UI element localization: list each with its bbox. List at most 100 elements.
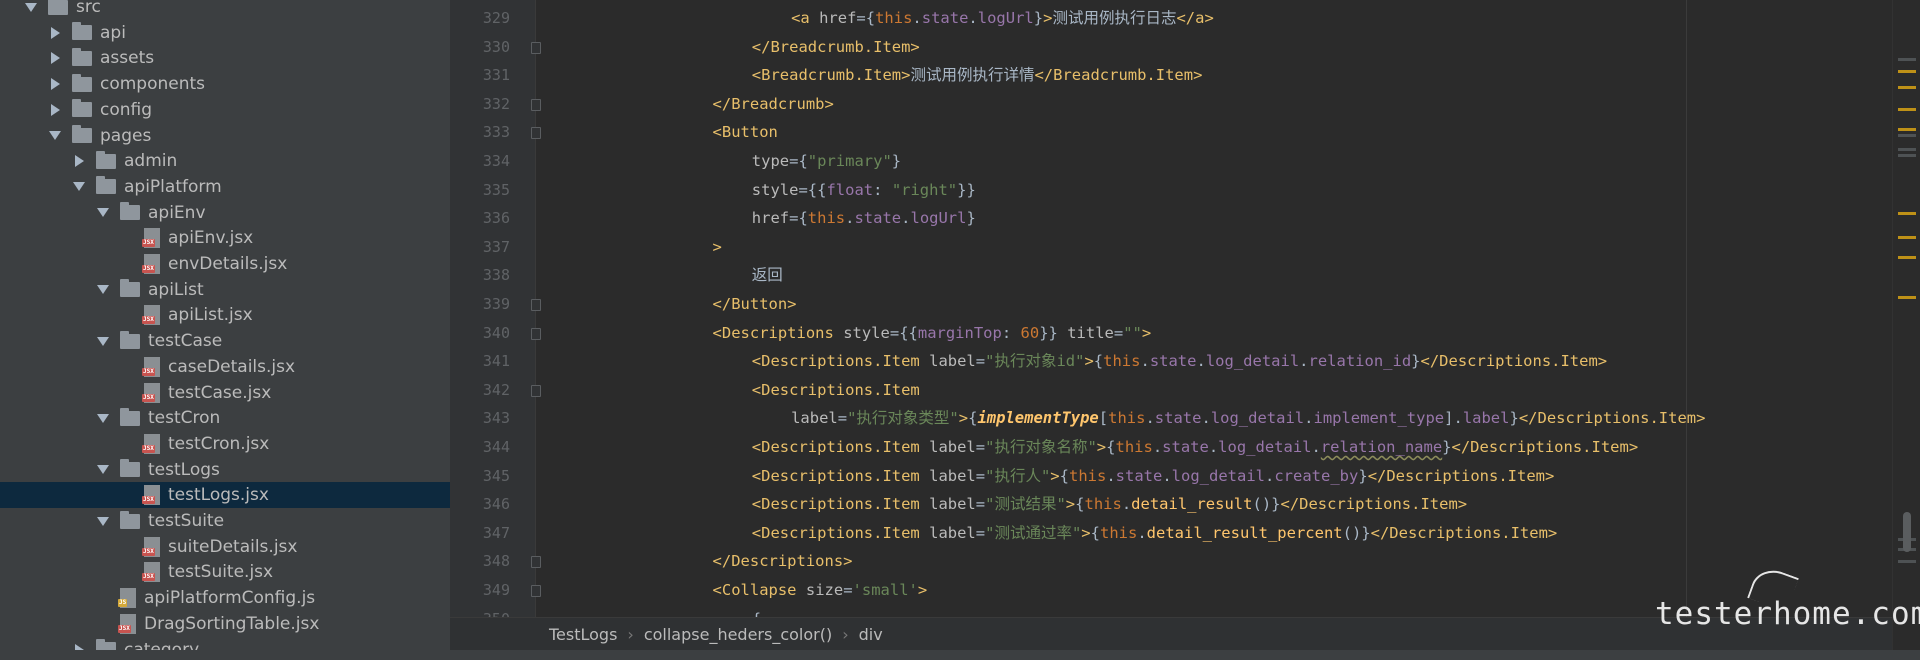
tree-item[interactable]: JSX apiEnv.jsx <box>0 225 450 251</box>
expand-arrow-icon[interactable] <box>96 206 110 220</box>
fold-marker-icon[interactable] <box>531 41 541 54</box>
jsx-file-icon: JSX <box>142 562 160 583</box>
info-marker[interactable] <box>1898 154 1916 157</box>
info-marker[interactable] <box>1898 134 1916 137</box>
code-line[interactable]: <a href={this.state.logUrl}>测试用例执行日志</a> <box>791 4 1214 32</box>
fold-marker-icon[interactable] <box>531 556 541 569</box>
warning-marker[interactable] <box>1898 212 1916 215</box>
tree-item[interactable]: JS apiPlatformConfig.js <box>0 585 450 611</box>
scrollbar-thumb[interactable] <box>1903 512 1911 552</box>
code-line[interactable]: href={this.state.logUrl} <box>752 204 976 232</box>
info-marker[interactable] <box>1898 148 1916 151</box>
code-token: 测试用例执行详情 <box>910 66 1035 85</box>
fold-marker-icon[interactable] <box>531 327 541 340</box>
tree-item[interactable]: testCase <box>0 328 450 354</box>
code-line[interactable]: </Breadcrumb> <box>713 90 834 118</box>
code-token: > <box>1050 466 1060 485</box>
expand-arrow-icon[interactable] <box>72 180 86 194</box>
tree-item[interactable]: JSX DragSortingTable.jsx <box>0 611 450 637</box>
code-line[interactable]: <Descriptions.Item label="执行人">{this.sta… <box>752 462 1555 490</box>
tree-item[interactable]: config <box>0 97 450 123</box>
tree-item[interactable]: apiList <box>0 277 450 303</box>
info-marker[interactable] <box>1898 58 1916 61</box>
code-line[interactable]: <Breadcrumb.Item>测试用例执行详情</Breadcrumb.It… <box>752 61 1203 89</box>
code-token: "测试通过率" <box>985 523 1082 542</box>
tree-item[interactable]: JSX testLogs.jsx <box>0 482 450 509</box>
code-token: </Descriptions> <box>712 552 853 571</box>
code-token: this <box>807 209 846 228</box>
code-line[interactable]: 返回 <box>752 261 783 289</box>
warning-marker[interactable] <box>1898 70 1916 73</box>
code-line[interactable]: { <box>752 605 761 617</box>
code-line[interactable]: style={{float: "right"}} <box>752 176 976 204</box>
code-line[interactable]: <Descriptions.Item label="测试结果">{this.de… <box>752 490 1467 518</box>
collapse-arrow-icon[interactable] <box>48 77 62 91</box>
fold-marker-icon[interactable] <box>531 98 541 111</box>
fold-marker-icon[interactable] <box>531 585 541 597</box>
fold-marker-icon[interactable] <box>531 127 541 140</box>
code-line[interactable]: <Descriptions.Item <box>752 376 920 404</box>
code-line[interactable]: type={"primary"} <box>752 147 901 175</box>
expand-arrow-icon[interactable] <box>96 411 110 425</box>
warning-marker[interactable] <box>1898 128 1916 131</box>
collapse-arrow-icon[interactable] <box>48 26 62 40</box>
code-token: > <box>712 237 722 256</box>
tree-item[interactable]: testSuite <box>0 508 450 534</box>
code-line[interactable]: </Breadcrumb.Item> <box>752 33 920 61</box>
tree-item[interactable]: JSX testCron.jsx <box>0 431 450 457</box>
expand-arrow-icon[interactable] <box>96 514 110 528</box>
tree-item[interactable]: pages <box>0 123 450 149</box>
collapse-arrow-icon[interactable] <box>48 103 62 117</box>
expand-arrow-icon[interactable] <box>48 129 62 143</box>
tree-item[interactable]: JSX testSuite.jsx <box>0 559 450 585</box>
tree-item[interactable]: apiEnv <box>0 200 450 226</box>
code-line[interactable]: <Collapse size='small'> <box>713 576 928 604</box>
code-token: = <box>975 438 986 456</box>
breadcrumb-item[interactable]: collapse_heders_color() <box>638 625 838 644</box>
warning-marker[interactable] <box>1898 108 1916 111</box>
tree-item[interactable]: api <box>0 20 450 46</box>
tree-item[interactable]: JSX testCase.jsx <box>0 380 450 406</box>
code-line[interactable]: <Descriptions.Item label="执行对象id">{this.… <box>752 347 1607 375</box>
expand-arrow-icon[interactable] <box>96 334 110 348</box>
tree-item[interactable]: testCron <box>0 405 450 431</box>
warning-marker[interactable] <box>1898 236 1916 239</box>
tree-item[interactable]: testLogs <box>0 457 450 483</box>
breadcrumb-item[interactable]: TestLogs <box>543 625 623 644</box>
tree-item[interactable]: apiPlatform <box>0 174 450 200</box>
folder-icon <box>72 125 92 143</box>
error-stripe[interactable] <box>1892 0 1920 660</box>
code-line[interactable]: <Button <box>713 118 778 146</box>
code-line[interactable]: <Descriptions.Item label="执行对象名称">{this.… <box>752 433 1638 461</box>
expand-arrow-icon[interactable] <box>96 463 110 477</box>
collapse-arrow-icon[interactable] <box>72 154 86 168</box>
tree-item[interactable]: components <box>0 71 450 97</box>
tree-item[interactable]: JSX caseDetails.jsx <box>0 354 450 380</box>
tree-item[interactable]: JSX apiList.jsx <box>0 302 450 328</box>
code-line[interactable]: <Descriptions style={{marginTop: 60}} ti… <box>713 319 1152 347</box>
breadcrumb-item[interactable]: div <box>853 625 889 644</box>
tree-item[interactable]: admin <box>0 148 450 174</box>
collapse-arrow-icon[interactable] <box>48 51 62 65</box>
code-line[interactable]: > <box>713 233 722 261</box>
code-line[interactable]: label="执行对象类型">{implementType[this.state… <box>791 404 1705 432</box>
warning-marker[interactable] <box>1898 296 1916 299</box>
code-token: { <box>1059 466 1069 485</box>
code-token: "primary" <box>807 152 892 170</box>
warning-marker[interactable] <box>1898 256 1916 259</box>
tree-item[interactable]: JSX suiteDetails.jsx <box>0 534 450 560</box>
code-line[interactable]: </Button> <box>713 290 797 318</box>
tree-item[interactable]: src <box>0 0 450 20</box>
code-editor[interactable]: 329 330 331 332 333 334 335 336 337 338 339 340 341 3… <box>450 0 1892 617</box>
expand-arrow-icon[interactable] <box>24 0 38 14</box>
code-line[interactable]: <Descriptions.Item label="测试通过率">{this.d… <box>752 519 1557 547</box>
code-line[interactable]: </Descriptions> <box>713 547 853 575</box>
info-marker[interactable] <box>1898 560 1916 563</box>
fold-marker-icon[interactable] <box>531 384 541 397</box>
fold-marker-icon[interactable] <box>531 299 541 311</box>
warning-marker[interactable] <box>1898 86 1916 89</box>
code-token: state <box>1115 466 1163 485</box>
tree-item[interactable]: JSX envDetails.jsx <box>0 251 450 277</box>
expand-arrow-icon[interactable] <box>96 283 110 297</box>
tree-item[interactable]: assets <box>0 45 450 71</box>
